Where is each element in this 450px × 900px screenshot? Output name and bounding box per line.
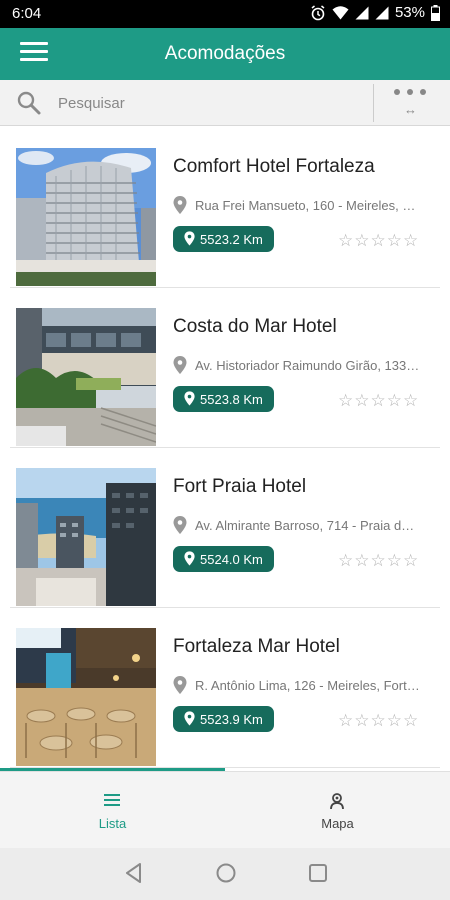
location-pin-icon (184, 551, 195, 566)
tab-label: Mapa (321, 816, 354, 831)
rating-stars[interactable]: ☆ ☆ ☆ ☆ ☆ (338, 712, 418, 729)
hotel-photo (16, 468, 156, 606)
location-pin-icon (184, 711, 195, 726)
status-bar: 6:04 53% (0, 0, 450, 28)
star-icon[interactable]: ☆ (354, 712, 369, 729)
hotel-card[interactable]: Fort Praia Hotel Av. Almirante Barroso, … (10, 448, 440, 608)
map-pin-person-icon (330, 793, 344, 810)
star-icon[interactable]: ☆ (338, 232, 353, 249)
alarm-icon (311, 4, 325, 20)
star-icon[interactable]: ☆ (371, 712, 386, 729)
location-pin-icon (173, 196, 187, 214)
location-pin-icon (173, 356, 187, 374)
star-icon[interactable]: ☆ (371, 232, 386, 249)
hotel-name: Costa do Mar Hotel (173, 316, 337, 337)
star-icon[interactable]: ☆ (338, 552, 353, 569)
address-row: R. Antônio Lima, 126 - Meireles, Fortale… (173, 676, 421, 694)
star-icon[interactable]: ☆ (403, 232, 418, 249)
hotel-list[interactable]: Comfort Hotel Fortaleza Rua Frei Mansuet… (0, 128, 450, 768)
hotel-card[interactable]: Fortaleza Mar Hotel R. Antônio Lima, 126… (10, 608, 440, 768)
star-icon[interactable]: ☆ (387, 392, 402, 409)
distance-value: 5523.8 Km (200, 392, 263, 407)
address-row: Av. Almirante Barroso, 714 - Praia de Ir… (173, 516, 421, 534)
search-bar: ↔ (0, 80, 450, 126)
bottom-tab-bar: Lista Mapa (0, 771, 450, 848)
hotel-card[interactable]: Comfort Hotel Fortaleza Rua Frei Mansuet… (10, 128, 440, 288)
status-icons: 53% (310, 4, 440, 21)
star-icon[interactable]: ☆ (338, 392, 353, 409)
hotel-card[interactable]: Costa do Mar Hotel Av. Historiador Raimu… (10, 288, 440, 448)
back-icon[interactable] (124, 862, 144, 884)
rating-stars[interactable]: ☆ ☆ ☆ ☆ ☆ (338, 232, 418, 249)
app-bar: Acomodações (0, 28, 450, 80)
rating-stars[interactable]: ☆ ☆ ☆ ☆ ☆ (338, 552, 418, 569)
sort-options-button[interactable]: ↔ (386, 86, 440, 120)
battery-percent: 53% (394, 4, 425, 21)
hotel-name: Fortaleza Mar Hotel (173, 636, 340, 657)
tab-mapa[interactable]: Mapa (225, 772, 450, 849)
wifi-icon (332, 6, 349, 20)
search-input[interactable] (58, 88, 348, 118)
star-icon[interactable]: ☆ (371, 552, 386, 569)
hotel-photo (16, 308, 156, 446)
rating-stars[interactable]: ☆ ☆ ☆ ☆ ☆ (338, 392, 418, 409)
star-icon[interactable]: ☆ (354, 392, 369, 409)
distance-badge: 5523.9 Km (173, 706, 274, 732)
star-icon[interactable]: ☆ (387, 552, 402, 569)
location-pin-icon (173, 676, 187, 694)
horizontal-arrows-icon: ↔ (404, 102, 417, 117)
search-divider (373, 84, 374, 122)
star-icon[interactable]: ☆ (403, 392, 418, 409)
tab-lista[interactable]: Lista (0, 772, 225, 849)
signal-icon (355, 6, 369, 19)
star-icon[interactable]: ☆ (338, 712, 353, 729)
address-row: Rua Frei Mansueto, 160 - Meireles, Forta… (173, 196, 421, 214)
hotel-photo (16, 628, 156, 766)
hotel-address: R. Antônio Lima, 126 - Meireles, Fortale… (195, 678, 420, 693)
distance-value: 5523.2 Km (200, 232, 263, 247)
recents-icon[interactable] (308, 862, 328, 884)
star-icon[interactable]: ☆ (387, 232, 402, 249)
battery-icon (431, 4, 440, 21)
page-title: Acomodações (164, 43, 286, 64)
status-time: 6:04 (12, 5, 42, 22)
hotel-address: Av. Almirante Barroso, 714 - Praia de Ir… (195, 518, 420, 533)
search-icon[interactable] (16, 90, 42, 116)
location-pin-icon (184, 231, 195, 246)
more-dots-icon (394, 89, 426, 95)
star-icon[interactable]: ☆ (403, 712, 418, 729)
home-icon[interactable] (215, 862, 237, 884)
hotel-address: Rua Frei Mansueto, 160 - Meireles, Forta… (195, 198, 420, 213)
distance-badge: 5523.2 Km (173, 226, 274, 252)
star-icon[interactable]: ☆ (387, 712, 402, 729)
star-icon[interactable]: ☆ (354, 552, 369, 569)
signal-icon-2 (375, 6, 389, 19)
list-icon (104, 794, 120, 806)
hotel-name: Fort Praia Hotel (173, 476, 307, 497)
system-nav-bar (0, 848, 450, 900)
distance-badge: 5524.0 Km (173, 546, 274, 572)
location-pin-icon (173, 516, 187, 534)
address-row: Av. Historiador Raimundo Girão, 1330 - M… (173, 356, 421, 374)
distance-value: 5523.9 Km (200, 712, 263, 727)
distance-value: 5524.0 Km (200, 552, 263, 567)
location-pin-icon (184, 391, 195, 406)
tab-label: Lista (98, 816, 127, 831)
hotel-name: Comfort Hotel Fortaleza (173, 156, 375, 177)
hotel-photo (16, 148, 156, 286)
hotel-address: Av. Historiador Raimundo Girão, 1330 - M… (195, 358, 420, 373)
star-icon[interactable]: ☆ (371, 392, 386, 409)
star-icon[interactable]: ☆ (403, 552, 418, 569)
star-icon[interactable]: ☆ (354, 232, 369, 249)
distance-badge: 5523.8 Km (173, 386, 274, 412)
